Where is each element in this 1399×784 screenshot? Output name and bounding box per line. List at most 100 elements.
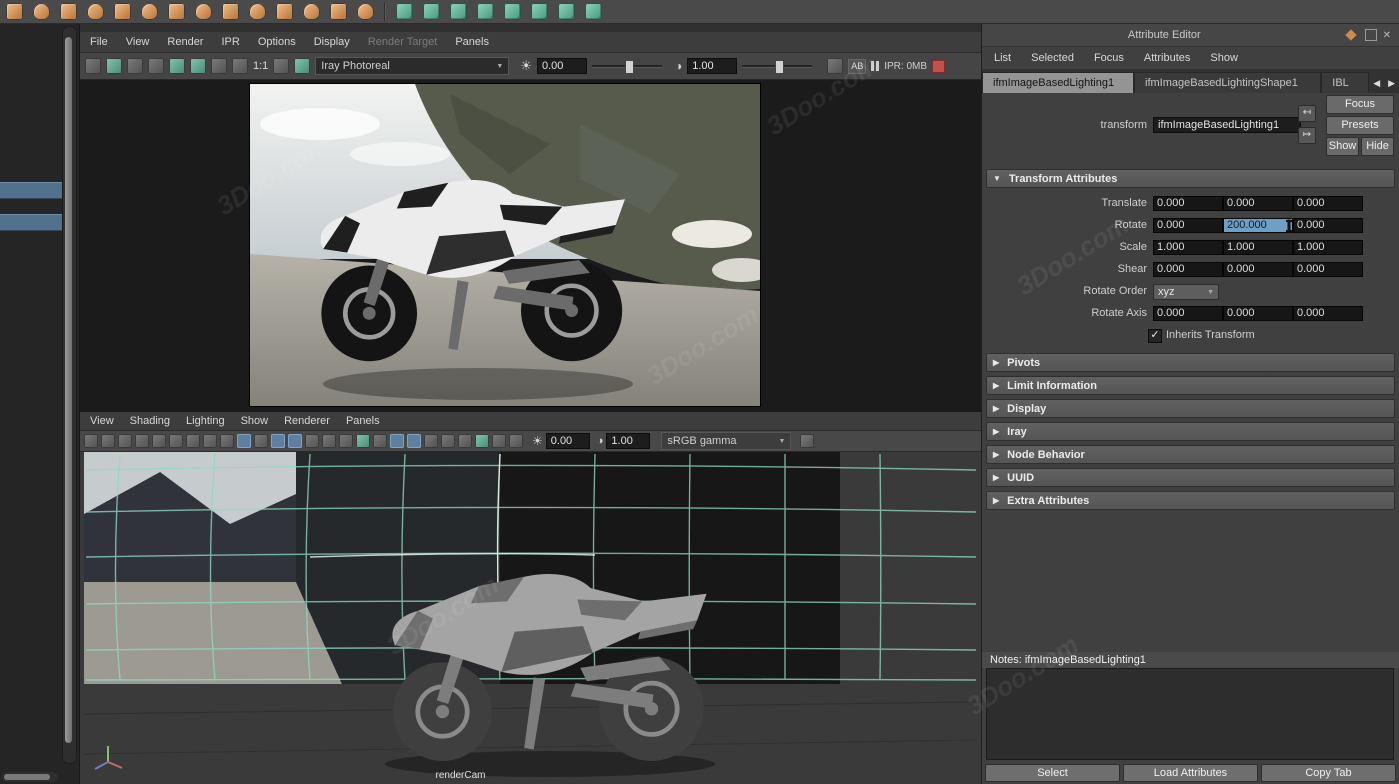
knife-icon[interactable]: [168, 3, 185, 20]
safe-title-icon[interactable]: [305, 434, 319, 448]
menu-shading[interactable]: Shading: [130, 415, 170, 427]
load-attributes-button[interactable]: Load Attributes: [1123, 764, 1258, 782]
viewport-canvas[interactable]: renderCam: [80, 452, 981, 784]
render-icon[interactable]: [85, 58, 101, 74]
slider-thumb[interactable]: [625, 60, 634, 74]
tab-scroll-right-icon[interactable]: ▶: [1384, 73, 1399, 93]
smooth-brush-icon[interactable]: [423, 3, 440, 20]
pause-ipr-icon[interactable]: [871, 61, 879, 71]
redo-render-icon[interactable]: [148, 58, 164, 74]
quad-draw-icon[interactable]: [195, 3, 212, 20]
section-node-behavior[interactable]: ▶ Node Behavior: [986, 445, 1395, 464]
render-settings-icon[interactable]: [190, 58, 206, 74]
rotate-x-field[interactable]: 0.000: [1153, 218, 1223, 233]
section-extra-attributes[interactable]: ▶ Extra Attributes: [986, 491, 1395, 510]
viewport-options-icon[interactable]: [800, 434, 814, 448]
cut-faces-icon[interactable]: [585, 3, 602, 20]
notes-field[interactable]: [986, 668, 1394, 760]
fill-mode-icon[interactable]: [322, 434, 336, 448]
horizontal-scrollbar[interactable]: [2, 772, 58, 782]
menu-list[interactable]: List: [994, 52, 1011, 64]
resolution-gate-icon[interactable]: [237, 434, 251, 448]
grab-brush-icon[interactable]: [477, 3, 494, 20]
poly-cylinder-icon[interactable]: [60, 3, 77, 20]
scale-x-field[interactable]: 1.000: [1153, 240, 1223, 255]
menu-ipr[interactable]: IPR: [221, 36, 239, 48]
translate-z-field[interactable]: 0.000: [1293, 196, 1363, 211]
renderer-dropdown[interactable]: Iray Photoreal ▼: [315, 57, 509, 75]
render-canvas[interactable]: [80, 80, 981, 413]
wireframe-icon[interactable]: [339, 434, 353, 448]
smooth-icon[interactable]: [357, 3, 374, 20]
use-all-lights-icon[interactable]: [390, 434, 404, 448]
lock-camera-icon[interactable]: [101, 434, 115, 448]
bookmark-icon[interactable]: [135, 434, 149, 448]
target-weld-icon[interactable]: [558, 3, 575, 20]
field-chart-icon[interactable]: [271, 434, 285, 448]
keep-image-icon[interactable]: [273, 58, 289, 74]
exposure-slider[interactable]: [592, 65, 662, 68]
rotate-axis-y-field[interactable]: 0.000: [1223, 306, 1293, 321]
section-transform-attributes[interactable]: ▼ Transform Attributes: [986, 169, 1395, 188]
outliner-selected-item[interactable]: [0, 214, 62, 231]
relax-brush-icon[interactable]: [450, 3, 467, 20]
rotate-axis-x-field[interactable]: 0.000: [1153, 306, 1223, 321]
grid-icon[interactable]: [203, 434, 217, 448]
menu-focus[interactable]: Focus: [1094, 52, 1124, 64]
screen-space-ao-icon[interactable]: [424, 434, 438, 448]
safe-action-icon[interactable]: [288, 434, 302, 448]
section-uuid[interactable]: ▶ UUID: [986, 468, 1395, 487]
shear-z-field[interactable]: 0.000: [1293, 262, 1363, 277]
poly-cube-icon[interactable]: [33, 3, 50, 20]
rotate-axis-z-field[interactable]: 0.000: [1293, 306, 1363, 321]
scrollbar-thumb[interactable]: [65, 37, 72, 743]
outliner-selected-item[interactable]: [0, 182, 62, 199]
menu-render[interactable]: Render: [167, 36, 203, 48]
rotate-y-field[interactable]: 200.000: [1223, 218, 1293, 233]
view-transform-dropdown[interactable]: sRGB gamma ▼: [661, 432, 791, 450]
menu-lighting[interactable]: Lighting: [186, 415, 225, 427]
presets-button[interactable]: Presets: [1326, 116, 1394, 135]
ipr-render-icon[interactable]: [106, 58, 122, 74]
gamma-field[interactable]: 1.00: [687, 58, 737, 74]
tab-scroll-left-icon[interactable]: ◀: [1369, 73, 1384, 93]
focus-button[interactable]: Focus: [1326, 95, 1394, 114]
rgb-channels-icon[interactable]: [211, 58, 227, 74]
scale-z-field[interactable]: 1.000: [1293, 240, 1363, 255]
shear-x-field[interactable]: 0.000: [1153, 262, 1223, 277]
stop-ipr-icon[interactable]: [932, 60, 945, 73]
extrude-icon[interactable]: [249, 3, 266, 20]
section-limit-information[interactable]: ▶ Limit Information: [986, 376, 1395, 395]
scale-y-field[interactable]: 1.000: [1223, 240, 1293, 255]
hide-button[interactable]: Hide: [1361, 137, 1394, 156]
shadows-icon[interactable]: [407, 434, 421, 448]
depth-of-field-icon[interactable]: [475, 434, 489, 448]
select-button[interactable]: Select: [985, 764, 1120, 782]
translate-y-field[interactable]: 0.000: [1223, 196, 1293, 211]
camera-attributes-icon[interactable]: [118, 434, 132, 448]
rotate-z-field[interactable]: 0.000: [1293, 218, 1363, 233]
menu-selected[interactable]: Selected: [1031, 52, 1074, 64]
output-connection-icon[interactable]: ↦: [1298, 127, 1316, 144]
translate-x-field[interactable]: 0.000: [1153, 196, 1223, 211]
slider-thumb[interactable]: [775, 60, 784, 74]
menu-panels[interactable]: Panels: [346, 415, 380, 427]
poly-sphere-icon[interactable]: [6, 3, 23, 20]
menu-show[interactable]: Show: [1210, 52, 1238, 64]
multisample-icon[interactable]: [458, 434, 472, 448]
one-to-one-zoom-label[interactable]: 1:1: [253, 60, 268, 72]
poly-torus-icon[interactable]: [114, 3, 131, 20]
tab-ifmimagebasedlighting1[interactable]: ifmImageBasedLighting1: [982, 72, 1134, 93]
textured-icon[interactable]: [373, 434, 387, 448]
copy-tab-button[interactable]: Copy Tab: [1261, 764, 1396, 782]
input-connection-icon[interactable]: ↤: [1298, 105, 1316, 122]
tab-ibl[interactable]: IBL: [1321, 72, 1369, 93]
isolate-select-icon[interactable]: [492, 434, 506, 448]
bridge-icon[interactable]: [303, 3, 320, 20]
menu-panels[interactable]: Panels: [455, 36, 489, 48]
xray-icon[interactable]: [509, 434, 523, 448]
flatten-brush-icon[interactable]: [531, 3, 548, 20]
outliner-panel[interactable]: [0, 24, 80, 784]
multi-cut-icon[interactable]: [222, 3, 239, 20]
menu-display[interactable]: Display: [314, 36, 350, 48]
